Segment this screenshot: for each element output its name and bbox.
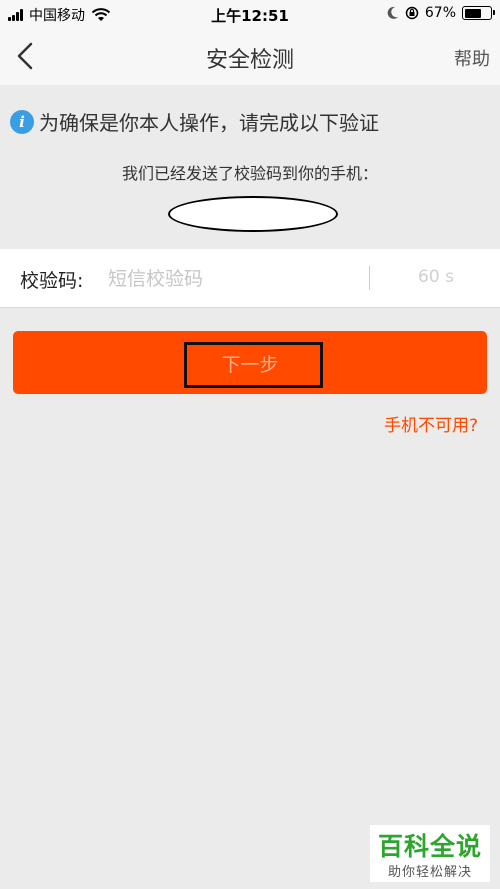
divider: [369, 266, 370, 290]
next-step-button[interactable]: 下一步: [13, 331, 487, 394]
verification-code-input[interactable]: [108, 259, 358, 299]
info-icon: i: [10, 109, 34, 134]
battery-fill: [464, 8, 482, 18]
battery-percent: 67%: [424, 5, 456, 21]
sent-message: 我们已经发送了校验码到你的手机：: [121, 164, 378, 183]
next-step-label: 下一步: [221, 355, 279, 376]
code-input-row: 校验码: 60 s: [0, 249, 500, 308]
notice-text: 为确保是你本人操作，请完成以下验证: [39, 111, 379, 135]
masked-phone-number: [168, 196, 338, 232]
watermark-subtitle: 助你轻松解决: [387, 865, 472, 880]
status-right: 67%: [381, 5, 495, 21]
watermark: 百科全说 助你轻松解决: [370, 825, 490, 882]
moon-icon: [387, 6, 398, 19]
status-bar: 中国移动 上午12:51 67%: [0, 0, 500, 28]
resend-countdown[interactable]: 60 s: [372, 267, 500, 287]
watermark-title: 百科全说: [377, 832, 482, 861]
code-label: 校验码:: [20, 270, 84, 292]
verification-info: i 为确保是你本人操作，请完成以下验证 我们已经发送了校验码到你的手机：: [0, 85, 500, 249]
page-title: 安全检测: [205, 48, 294, 73]
notice-row: i 为确保是你本人操作，请完成以下验证: [10, 107, 379, 136]
battery-icon: [462, 6, 495, 20]
phone-unavailable-link[interactable]: 手机不可用?: [384, 411, 478, 436]
rotation-lock-icon: [405, 6, 419, 20]
nav-bar: 安全检测 帮助: [0, 28, 500, 85]
help-link[interactable]: 帮助: [454, 45, 490, 71]
